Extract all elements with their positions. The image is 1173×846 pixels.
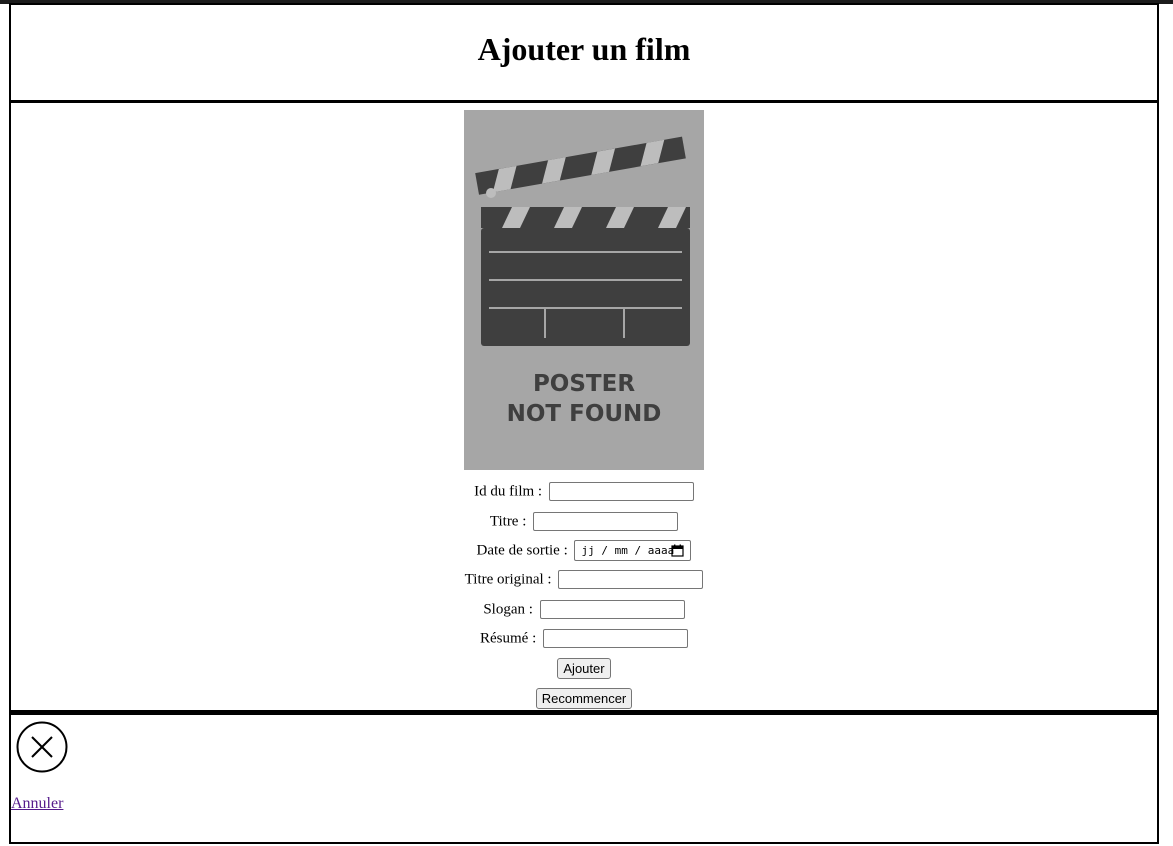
date-placeholder: jj / mm / aaaa bbox=[581, 544, 675, 558]
form-row-title: Titre : bbox=[11, 511, 1157, 532]
original-title-input[interactable] bbox=[558, 570, 704, 590]
page-footer: Annuler bbox=[9, 712, 1159, 844]
release-date-label: Date de sortie : bbox=[476, 542, 568, 559]
page-header: Ajouter un film bbox=[9, 3, 1159, 103]
poster-placeholder-image: POSTER NOT FOUND bbox=[464, 110, 704, 470]
form-row-date: Date de sortie : jj / mm / aaaa bbox=[11, 540, 1157, 562]
close-icon[interactable] bbox=[16, 721, 68, 773]
form-row-original-title: Titre original : bbox=[11, 569, 1157, 590]
id-label: Id du film : bbox=[474, 483, 543, 500]
form-row-id: Id du film : bbox=[11, 481, 1157, 502]
page-title: Ajouter un film bbox=[477, 31, 691, 67]
summary-input[interactable] bbox=[543, 629, 688, 649]
add-button[interactable]: Ajouter bbox=[557, 658, 611, 680]
main-section: POSTER NOT FOUND Id du film : Titre : Da… bbox=[9, 100, 1159, 713]
form-row-slogan: Slogan : bbox=[11, 599, 1157, 620]
slogan-input[interactable] bbox=[539, 600, 685, 620]
calendar-icon[interactable] bbox=[671, 544, 685, 557]
summary-label: Résumé : bbox=[480, 630, 537, 647]
form-row-submit: Ajouter bbox=[11, 658, 1157, 680]
form-row-reset: Recommencer bbox=[11, 688, 1157, 710]
title-label: Titre : bbox=[489, 513, 527, 530]
cancel-link[interactable]: Annuler bbox=[11, 795, 63, 813]
reset-button[interactable]: Recommencer bbox=[535, 688, 633, 710]
slogan-label: Slogan : bbox=[483, 601, 533, 618]
original-title-label: Titre original : bbox=[464, 571, 552, 588]
poster-text-line2: NOT FOUND bbox=[507, 401, 662, 427]
film-id-input[interactable] bbox=[548, 482, 694, 502]
title-input[interactable] bbox=[533, 512, 679, 532]
release-date-input[interactable]: jj / mm / aaaa bbox=[574, 540, 692, 562]
poster-text-line1: POSTER bbox=[533, 371, 635, 397]
form-row-summary: Résumé : bbox=[11, 628, 1157, 649]
